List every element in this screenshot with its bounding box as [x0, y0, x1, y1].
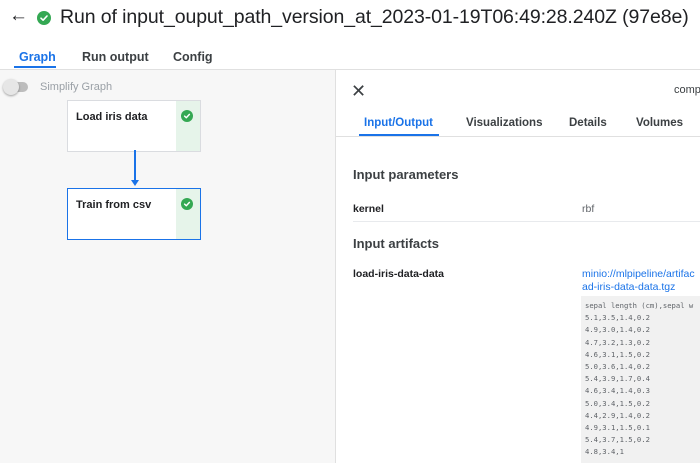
preview-line: 4.9,3.1,1.5,0.1 — [585, 423, 650, 433]
close-icon[interactable]: ✕ — [351, 82, 366, 100]
preview-line: 5.0,3.6,1.4,0.2 — [585, 362, 650, 372]
preview-line: 5.1,3.5,1.4,0.2 — [585, 313, 650, 323]
graph-edge — [134, 150, 136, 182]
tab-config[interactable]: Config — [173, 50, 213, 64]
node-label: Train from csv — [76, 199, 152, 211]
panel-tabs-divider — [336, 136, 700, 137]
preview-line: 4.6,3.4,1.4,0.3 — [585, 386, 650, 396]
input-parameters-heading: Input parameters — [353, 167, 459, 182]
run-title: Run of input_ouput_path_version_at_2023-… — [60, 6, 689, 28]
artifact-link[interactable]: minio://mlpipeline/artifac ad-iris-data-… — [582, 268, 700, 294]
panel-tab-input-output[interactable]: Input/Output — [364, 117, 433, 129]
run-header: ← Run of input_ouput_path_version_at_202… — [0, 0, 700, 38]
parameter-name: kernel — [353, 203, 384, 215]
preview-line: 4.9,3.0,1.4,0.2 — [585, 325, 650, 335]
input-artifacts-heading: Input artifacts — [353, 236, 439, 251]
preview-line: 4.4,2.9,1.4,0.2 — [585, 410, 650, 420]
tab-run-output[interactable]: Run output — [82, 50, 149, 64]
graph-node-load-iris-data[interactable]: Load iris data — [67, 100, 201, 152]
parameter-value: rbf — [582, 203, 595, 215]
preview-line: sepal length (cm),sepal w — [585, 301, 694, 310]
simplify-graph-label: Simplify Graph — [40, 81, 113, 93]
preview-line: 4.6,3.1,1.5,0.2 — [585, 349, 650, 359]
row-divider — [353, 221, 700, 222]
preview-line: 4.7,3.2,1.3,0.2 — [585, 337, 650, 347]
preview-line: 5.4,3.9,1.7,0.4 — [585, 374, 650, 384]
check-circle-icon — [37, 11, 51, 25]
check-circle-icon — [181, 110, 193, 122]
preview-line: 4.8,3.4,1 — [585, 447, 624, 457]
artifact-preview[interactable]: sepal length (cm),sepal w 5.1,3.5,1.4,0.… — [581, 296, 700, 463]
artifact-name: load-iris-data-data — [353, 268, 445, 280]
arrow-left-icon[interactable]: ← — [9, 6, 28, 25]
graph-edge-arrowhead — [131, 180, 139, 186]
active-tab-indicator — [14, 66, 56, 68]
panel-tab-details[interactable]: Details — [569, 117, 607, 129]
preview-line: 5.0,3.4,1.5,0.2 — [585, 398, 650, 408]
panel-title: comp — [674, 84, 700, 96]
node-label: Load iris data — [76, 111, 148, 123]
artifact-link-line[interactable]: ad-iris-data-data.tgz — [582, 281, 700, 294]
panel-tab-visualizations[interactable]: Visualizations — [466, 117, 542, 129]
tab-graph[interactable]: Graph — [19, 50, 56, 64]
graph-node-train-from-csv[interactable]: Train from csv — [67, 188, 201, 240]
graph-pane[interactable]: Simplify Graph Load iris data Train from… — [0, 70, 335, 463]
node-status — [176, 101, 200, 151]
toggle-thumb[interactable] — [3, 79, 19, 95]
preview-line: 5.4,3.7,1.5,0.2 — [585, 435, 650, 445]
check-circle-icon — [181, 198, 193, 210]
node-details-panel: ✕ comp Input/Output Visualizations Detai… — [335, 70, 700, 463]
panel-tab-volumes[interactable]: Volumes — [636, 117, 683, 129]
artifact-link-line[interactable]: minio://mlpipeline/artifac — [582, 268, 700, 281]
node-status — [176, 189, 200, 239]
